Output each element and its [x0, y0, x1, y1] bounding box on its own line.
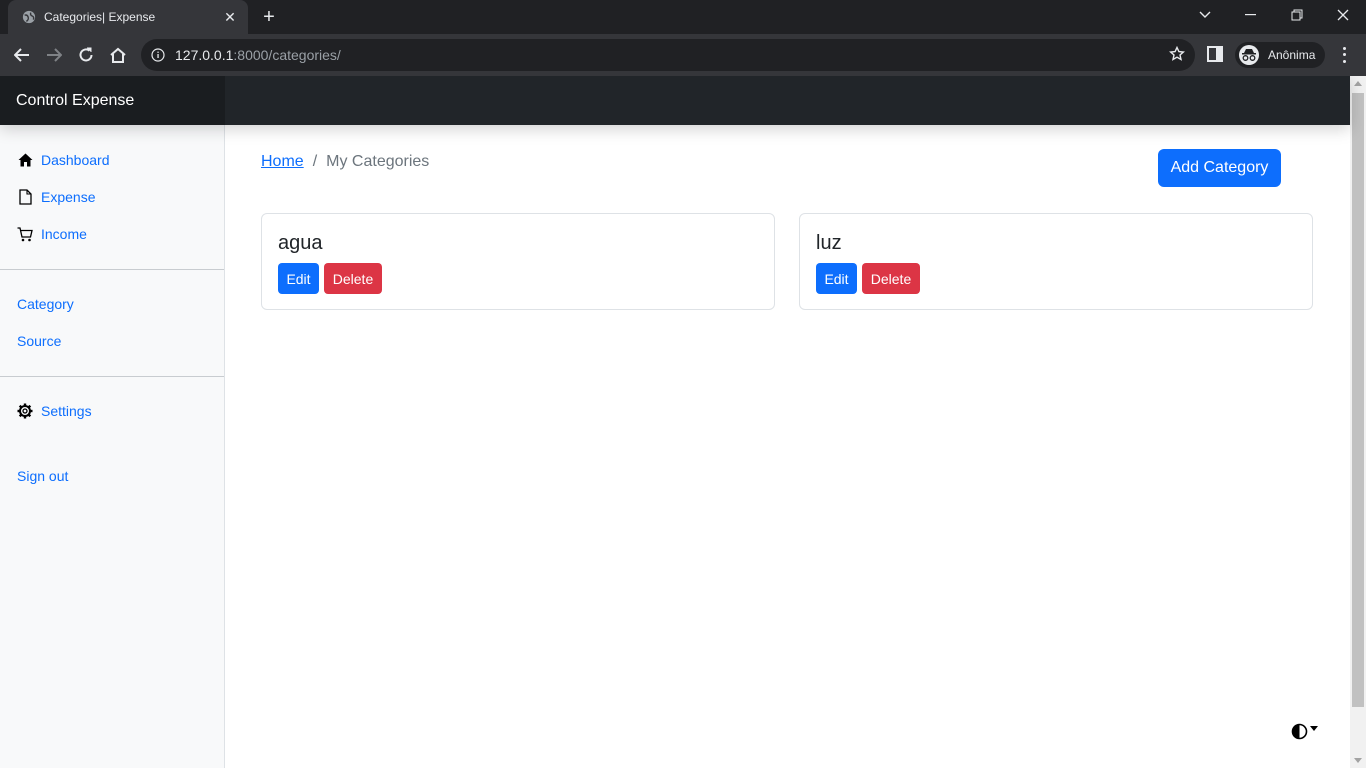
- incognito-icon: [1239, 45, 1259, 65]
- tab-title: Categories| Expense: [44, 10, 156, 24]
- sidebar-divider: [0, 376, 224, 377]
- browser-tab[interactable]: Categories| Expense ✕: [8, 0, 248, 34]
- breadcrumb-separator: /: [312, 153, 318, 170]
- address-bar[interactable]: 127.0.0.1:8000/categories/: [141, 39, 1195, 71]
- browser-toolbar: 127.0.0.1:8000/categories/ Anônima: [0, 34, 1366, 76]
- minimize-icon[interactable]: [1228, 0, 1274, 30]
- sidebar-item-category[interactable]: Category: [17, 296, 74, 312]
- theme-toggle[interactable]: [1291, 723, 1318, 740]
- url-host: 127.0.0.1: [175, 47, 234, 63]
- contrast-icon: [1291, 723, 1308, 740]
- sidebar-item-label: Income: [41, 226, 87, 242]
- edit-button[interactable]: Edit: [278, 263, 319, 294]
- category-name: agua: [278, 232, 323, 254]
- page-scrollbar[interactable]: [1350, 76, 1366, 768]
- tab-search-icon[interactable]: [1182, 0, 1228, 30]
- add-category-button[interactable]: Add Category: [1158, 149, 1281, 187]
- globe-icon: [22, 10, 36, 24]
- browser-tab-bar: Categories| Expense ✕ +: [0, 0, 1366, 34]
- browser-menu-icon[interactable]: [1336, 45, 1352, 65]
- url-path: :8000/categories/: [233, 47, 341, 63]
- sidebar-item-label: Expense: [41, 189, 96, 205]
- house-icon: [17, 152, 33, 168]
- edit-button[interactable]: Edit: [816, 263, 857, 294]
- sidebar-item-income[interactable]: Income: [17, 226, 87, 242]
- breadcrumb: Home / My Categories: [261, 153, 429, 171]
- sidebar-item-label: Sign out: [17, 468, 69, 484]
- reload-icon[interactable]: [74, 43, 98, 67]
- file-icon: [17, 189, 33, 205]
- scrollbar-thumb[interactable]: [1352, 93, 1364, 707]
- category-name: luz: [816, 232, 842, 254]
- sidebar-item-label: Category: [17, 296, 74, 312]
- page-viewport: Control Expense Dashboard Expense Income…: [0, 76, 1366, 768]
- side-panel-icon[interactable]: [1207, 46, 1223, 67]
- breadcrumb-current: My Categories: [326, 153, 430, 170]
- brand-title[interactable]: Control Expense: [0, 76, 225, 125]
- bookmark-star-icon[interactable]: [1169, 46, 1185, 62]
- gear-icon: [17, 403, 33, 419]
- main-content: Home / My Categories Add Category agua E…: [225, 125, 1350, 768]
- sidebar-item-expense[interactable]: Expense: [17, 189, 95, 205]
- scroll-up-icon[interactable]: [1354, 81, 1362, 86]
- sidebar-item-settings[interactable]: Settings: [17, 403, 92, 419]
- sidebar-item-dashboard[interactable]: Dashboard: [17, 152, 110, 168]
- close-window-icon[interactable]: [1320, 0, 1366, 30]
- sidebar-divider: [0, 269, 224, 270]
- app-header: Control Expense: [0, 76, 1350, 125]
- site-info-icon[interactable]: [151, 48, 165, 62]
- sidebar-item-sign-out[interactable]: Sign out: [17, 468, 68, 484]
- sidebar-item-label: Settings: [41, 403, 92, 419]
- tab-close-icon[interactable]: ✕: [222, 9, 238, 26]
- sidebar-item-label: Dashboard: [41, 152, 110, 168]
- delete-button[interactable]: Delete: [862, 263, 920, 294]
- category-card: luz Edit Delete: [799, 213, 1313, 310]
- new-tab-icon[interactable]: +: [258, 6, 280, 28]
- forward-arrow-icon[interactable]: [42, 43, 66, 67]
- profile-chip[interactable]: Anônima: [1235, 42, 1325, 68]
- restore-icon[interactable]: [1274, 0, 1320, 30]
- caret-down-icon: [1310, 725, 1318, 731]
- cart-icon: [17, 226, 33, 242]
- profile-name: Anônima: [1268, 48, 1316, 62]
- url-text: 127.0.0.1:8000/categories/: [175, 47, 341, 63]
- sidebar-item-label: Source: [17, 333, 62, 349]
- scroll-down-icon[interactable]: [1354, 758, 1362, 763]
- category-card: agua Edit Delete: [261, 213, 775, 310]
- breadcrumb-home-link[interactable]: Home: [261, 153, 304, 171]
- sidebar: Dashboard Expense Income Category Source: [0, 125, 225, 768]
- back-arrow-icon[interactable]: [10, 43, 34, 67]
- sidebar-item-source[interactable]: Source: [17, 333, 61, 349]
- delete-button[interactable]: Delete: [324, 263, 382, 294]
- home-icon[interactable]: [106, 43, 130, 67]
